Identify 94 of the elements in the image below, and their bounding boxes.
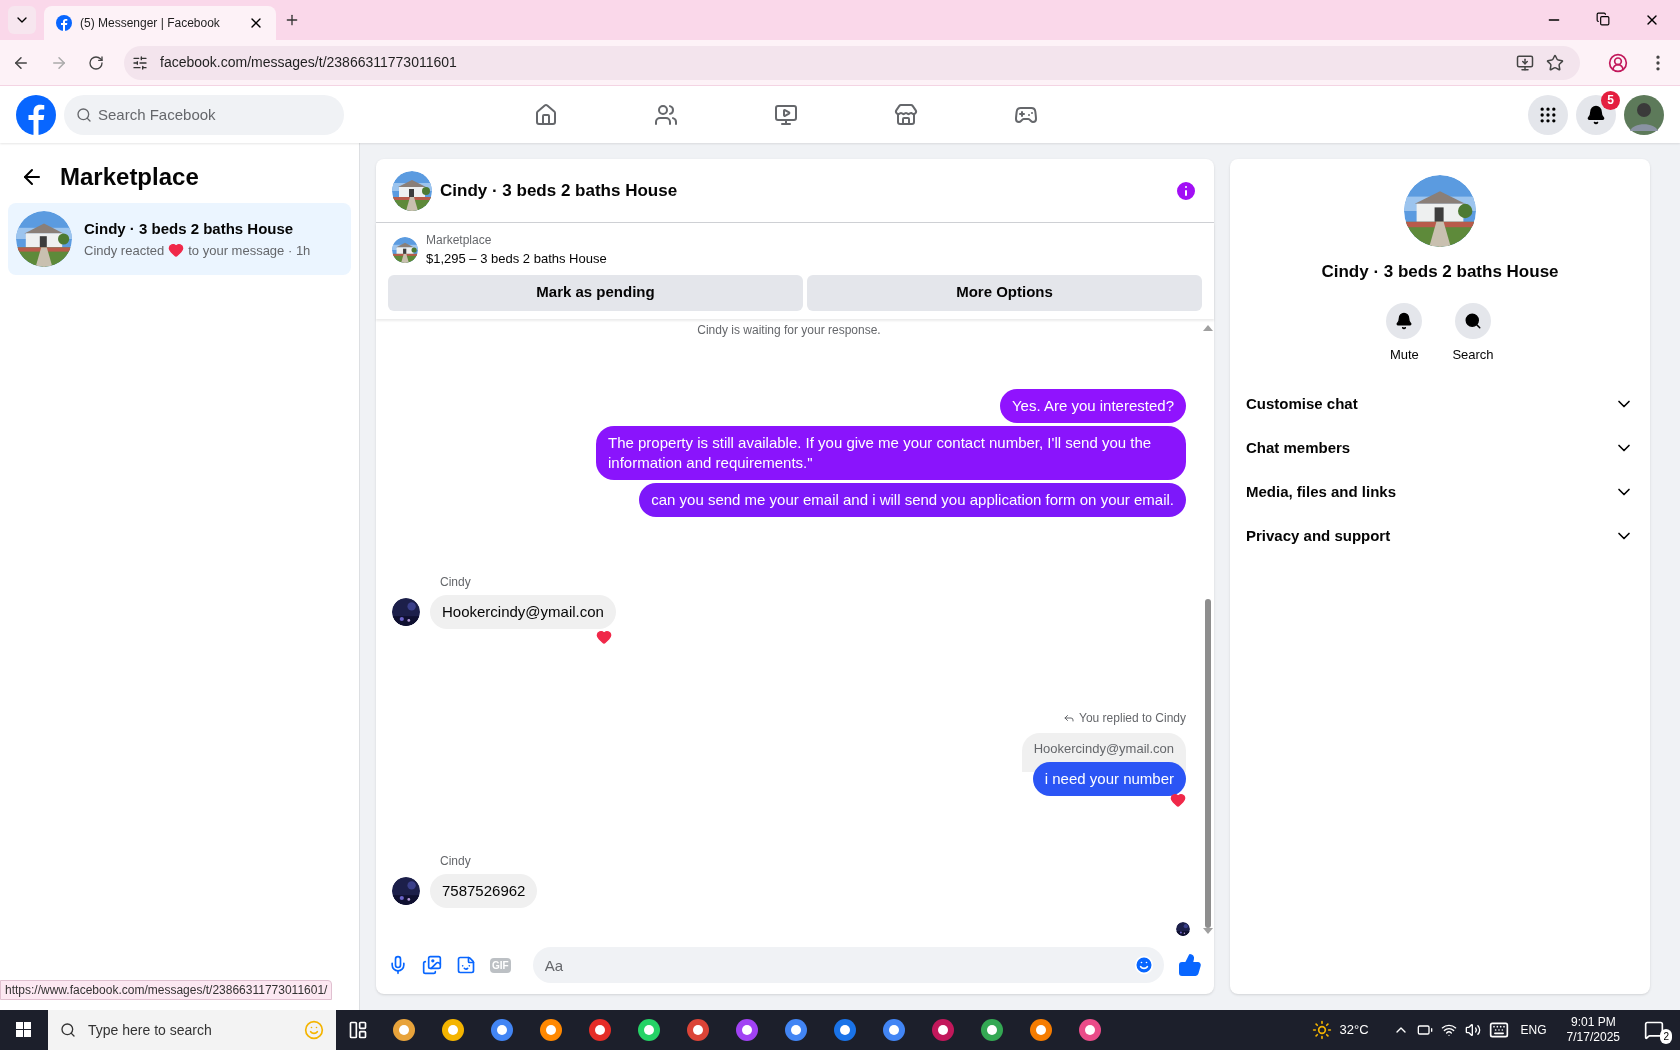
wifi-icon[interactable] [1440, 1022, 1457, 1038]
facebook-logo[interactable] [16, 94, 56, 135]
search-icon [60, 1022, 76, 1038]
info-action-button[interactable] [1386, 302, 1423, 339]
clock-time: 9:01 PM [1570, 1015, 1616, 1030]
notification-count: 2 [1660, 1029, 1672, 1044]
volume-icon[interactable] [1464, 1022, 1481, 1038]
message-field[interactable]: Aa [532, 947, 1164, 983]
facebook-icon [56, 15, 72, 31]
browser-tab[interactable]: (5) Messenger | Facebook [44, 6, 276, 40]
address-bar[interactable]: facebook.com/messages/t/23866311773011601 [124, 45, 1580, 80]
notifications-button[interactable] [1576, 94, 1616, 135]
site-settings-icon[interactable] [132, 54, 148, 71]
info-section[interactable]: Privacy and support [1246, 514, 1634, 558]
info-section[interactable]: Media, files and links [1246, 470, 1634, 514]
like-icon[interactable] [1178, 953, 1202, 977]
account-avatar[interactable] [1624, 94, 1664, 135]
url-text: facebook.com/messages/t/23866311773011601 [160, 53, 458, 72]
nav-icon[interactable] [894, 102, 918, 127]
microphone-icon[interactable] [388, 955, 408, 975]
action-button[interactable]: Mark as pending [388, 274, 803, 311]
sidebar-title: Marketplace [60, 162, 199, 192]
bell-icon [1395, 311, 1414, 330]
tab-list-button[interactable] [8, 6, 36, 34]
search-icon [76, 106, 92, 123]
app-icon[interactable] [832, 1017, 858, 1043]
nav-icon[interactable] [534, 102, 558, 127]
app-icon[interactable] [979, 1017, 1005, 1043]
listing-summary: $1,295 – 3 beds 2 baths House [426, 250, 607, 268]
sender-name: Cindy [440, 853, 472, 870]
app-icon[interactable] [587, 1017, 613, 1043]
app-icon[interactable] [391, 1017, 417, 1043]
sent-message: Yes. Are you interested? [999, 388, 1186, 423]
info-title: Cindy · 3 beds 2 baths House [1321, 261, 1559, 283]
info-action-label: Search [1452, 345, 1494, 364]
reply-note: You replied to Cindy [1079, 709, 1186, 727]
conversation-preview: Cindy reacted [84, 241, 165, 260]
sent-message: can you send me your email and i will send you application form on your email. [639, 482, 1186, 517]
clock-date: 7/17/2025 [1566, 1030, 1620, 1045]
battery-icon[interactable] [1416, 1022, 1433, 1038]
app-icon[interactable] [1077, 1017, 1103, 1043]
sender-name: Cindy [440, 573, 472, 591]
install-icon[interactable] [1516, 53, 1534, 72]
action-button[interactable]: More Options [807, 274, 1202, 311]
search-icon [1464, 311, 1482, 330]
scroll-down-icon[interactable] [1203, 928, 1213, 936]
profile-icon[interactable] [1608, 52, 1628, 73]
app-icon[interactable] [734, 1017, 760, 1043]
conversation-preview: to your message · 1h [188, 241, 311, 260]
tab-title: (5) Messenger | Facebook [80, 15, 221, 32]
nav-icon[interactable] [654, 102, 678, 127]
info-section[interactable]: Chat members [1246, 426, 1634, 470]
app-icon[interactable] [538, 1017, 564, 1043]
language: ENG [1520, 1022, 1547, 1039]
listing-source: Marketplace [426, 232, 493, 249]
info-section[interactable]: Customise chat [1246, 382, 1634, 426]
sticker-icon[interactable] [456, 955, 476, 975]
nav-icon[interactable] [774, 102, 798, 127]
app-icon[interactable] [636, 1017, 662, 1043]
reload-icon[interactable] [88, 54, 104, 71]
app-icon[interactable] [440, 1017, 466, 1043]
app-icon[interactable] [783, 1017, 809, 1043]
app-icon[interactable] [881, 1017, 907, 1043]
search-field[interactable]: Search Facebook [64, 94, 344, 135]
notifications-icon[interactable] [1644, 1020, 1664, 1040]
info-action-button[interactable] [1455, 302, 1491, 339]
taskbar-search[interactable]: Type here to search [48, 1010, 336, 1050]
weather-icon[interactable] [1311, 1020, 1332, 1040]
menu-button[interactable] [1528, 94, 1568, 135]
keyboard-icon[interactable] [1488, 1020, 1509, 1040]
task-view-icon[interactable] [348, 1020, 368, 1040]
restore-icon[interactable] [1596, 12, 1610, 26]
conversation-item[interactable]: Cindy · 3 beds 2 baths House Cindy reacted to your message · 1h [8, 203, 351, 275]
app-icon[interactable] [489, 1017, 515, 1043]
smiley-icon [304, 1020, 324, 1040]
heart-icon [168, 242, 185, 259]
notification-badge: 5 [1601, 90, 1620, 110]
app-icon[interactable] [1028, 1017, 1054, 1043]
status-text: Cindy is waiting for your response. [697, 321, 881, 339]
sent-message: i need your number [1032, 762, 1186, 796]
bell-icon [1586, 104, 1606, 125]
status-url: https://www.facebook.com/messages/t/23866311773011601/ [0, 980, 333, 1000]
info-action-label: Mute [1389, 345, 1419, 364]
chat-title: Cindy · 3 beds 2 baths House [440, 179, 679, 202]
app-icon[interactable] [685, 1017, 711, 1043]
conversation-name: Cindy · 3 beds 2 baths House [84, 219, 295, 239]
received-message: Hookercindy@ymail.con [430, 594, 616, 629]
temperature: 32°C [1339, 1021, 1369, 1040]
app-icon[interactable] [930, 1017, 956, 1043]
sent-message: The property is still available. If you give me your contact number, I'll send you the information and requirements." [596, 425, 1186, 480]
new-tab-icon[interactable] [284, 12, 300, 28]
photo-icon[interactable] [422, 955, 442, 975]
received-message: 7587526962 [430, 874, 538, 908]
bookmark-icon[interactable] [1546, 53, 1564, 72]
